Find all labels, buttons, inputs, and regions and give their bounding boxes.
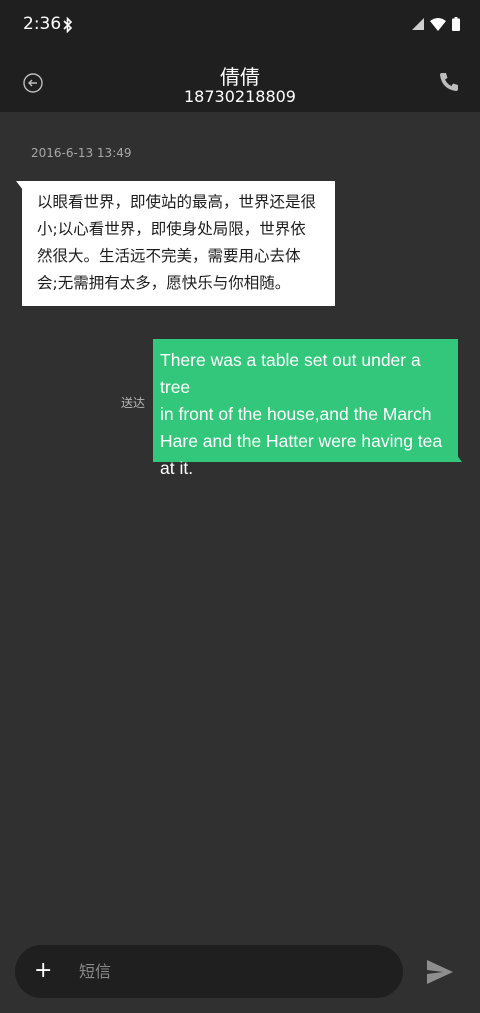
wifi-icon (430, 17, 446, 31)
send-icon[interactable] (425, 958, 455, 986)
outgoing-message-line: in front of the house,and the March (160, 404, 432, 424)
delivery-status: 送达 (121, 396, 146, 410)
incoming-message-line: 然很大。生活远不完美，需要用心去体 (37, 247, 301, 265)
incoming-message-line: 小;以心看世界，即使身处局限，世界依 (37, 220, 306, 238)
message-timestamp: 2016-6-13 13:49 (31, 146, 132, 160)
status-bar: 2:36 (0, 0, 480, 52)
messaging-screen: 2:36 倩倩 18730218809 2016-6-13 13:49 以眼看世… (0, 0, 480, 1013)
status-icons (412, 17, 460, 31)
outgoing-message-line: There was a table set out under a tree (160, 350, 421, 397)
signal-icon (412, 18, 424, 30)
battery-icon (452, 17, 460, 31)
incoming-message-bubble[interactable]: 以眼看世界，即使站的最高，世界还是很 小;以心看世界，即使身处局限，世界依 然很… (16, 181, 335, 306)
contact-name: 倩倩 (220, 65, 260, 89)
status-time: 2:36 (23, 14, 62, 34)
message-composer: + (15, 945, 403, 998)
add-attachment-button[interactable]: + (34, 958, 52, 984)
incoming-message-line: 以眼看世界，即使站的最高，世界还是很 (37, 193, 317, 211)
bluetooth-icon (63, 16, 73, 34)
incoming-message-line: 会;无需拥有太多，愿快乐与你相随。 (37, 274, 291, 292)
conversation-header: 倩倩 18730218809 (0, 52, 480, 112)
phone-icon[interactable] (438, 71, 460, 93)
outgoing-message-bubble[interactable]: There was a table set out under a tree i… (153, 339, 462, 478)
outgoing-message-line: Hare and the Hatter were having tea (160, 431, 443, 451)
outgoing-message-line: at it. (160, 458, 194, 478)
message-input[interactable] (79, 954, 379, 988)
contact-number: 18730218809 (184, 87, 296, 106)
